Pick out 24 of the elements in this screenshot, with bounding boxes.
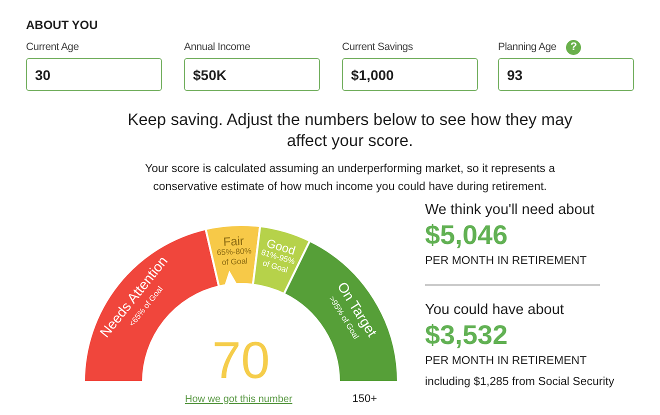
explanation-text: Your score is calculated assuming an underperforming market, so it represents a conservative estimate of how much income you could have during retirement. — [144, 162, 556, 195]
segment-title: Fair — [222, 234, 244, 249]
amount: $3,532 — [425, 320, 509, 350]
segment-range: 65%-80% — [216, 246, 252, 258]
field-label: Planning Age — [498, 41, 556, 53]
amount-unit: PER MONTH IN RETIREMENT — [425, 254, 588, 269]
input-field[interactable]: $50K — [184, 58, 320, 91]
summary-lead: We think you'll need about — [425, 201, 596, 220]
input-field[interactable]: 30 — [26, 58, 162, 91]
section-title: ABOUT YOU — [26, 18, 99, 34]
scale-max-label: 150+ — [352, 393, 378, 405]
field-label: Current Savings — [342, 41, 413, 53]
summary-lead: You could have about — [425, 301, 565, 320]
headline: Keep saving. Adjust the numbers below to see how they may affect your score. — [126, 110, 574, 152]
score: 70 — [212, 332, 270, 386]
input-field[interactable]: $1,000 — [342, 58, 478, 91]
input-field[interactable]: 93 — [498, 58, 634, 91]
field-label: Annual Income — [184, 41, 250, 53]
segment-range: of Goal — [222, 256, 248, 267]
pointer-icon — [224, 270, 238, 286]
amount-unit: PER MONTH IN RETIREMENT — [425, 354, 588, 369]
amount-detail: including $1,285 from Social Security — [425, 375, 614, 390]
amount: $5,046 — [425, 220, 509, 250]
field-label: Current Age — [26, 41, 79, 53]
